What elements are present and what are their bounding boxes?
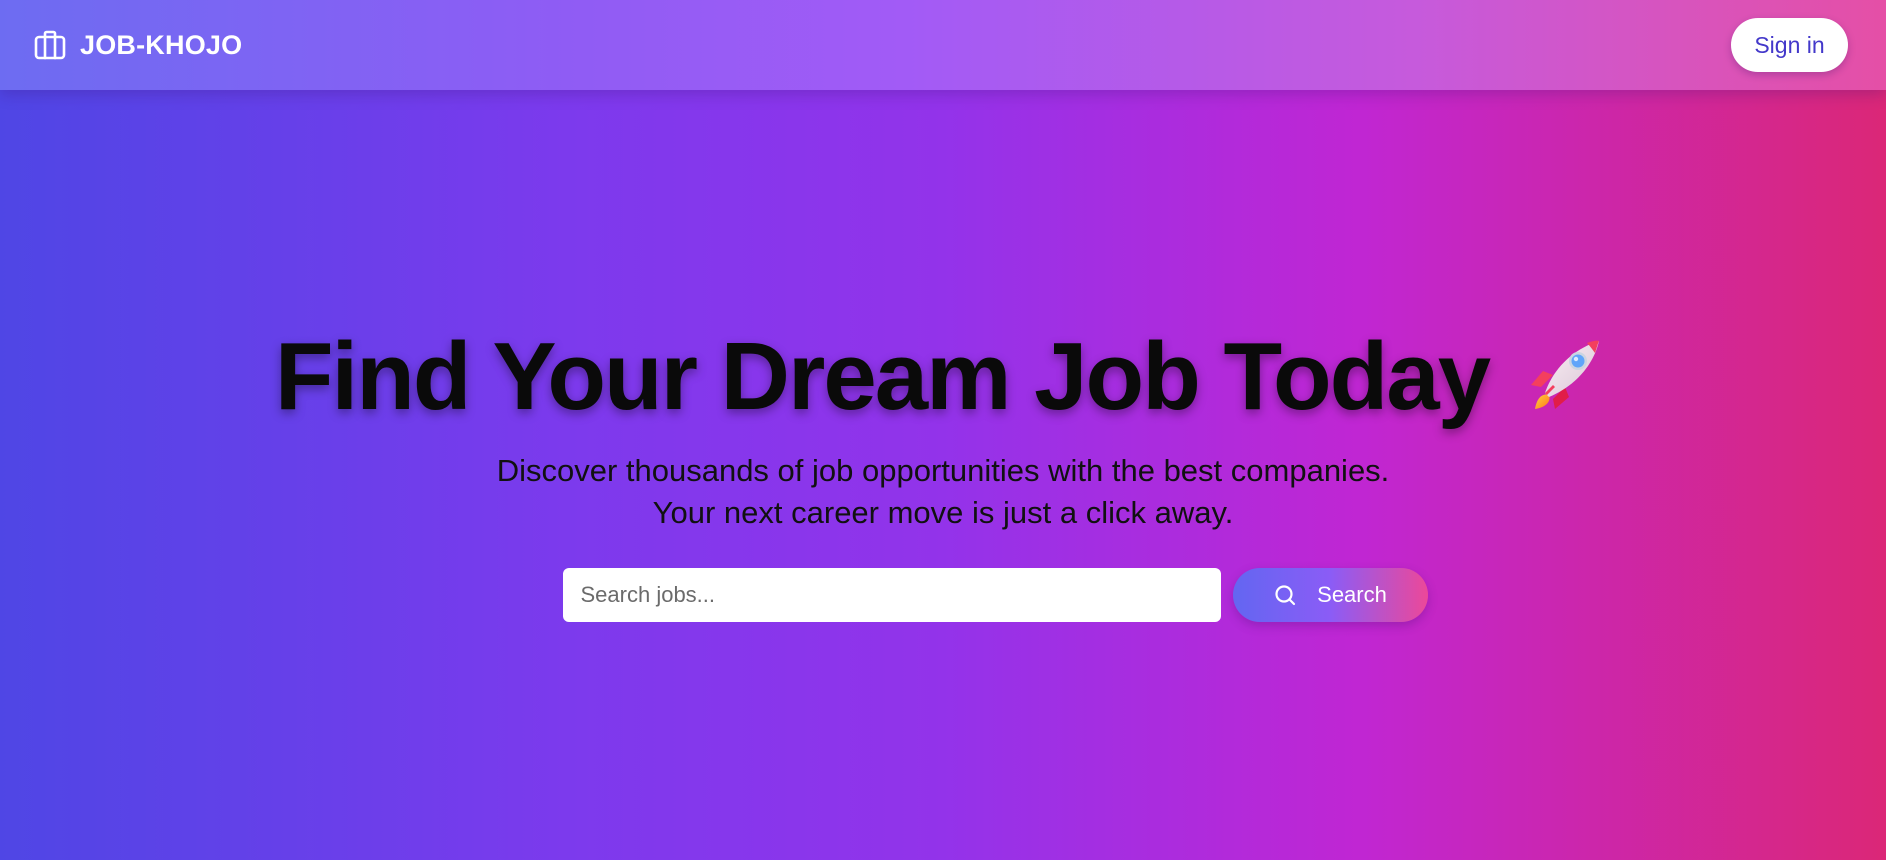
headline-row: Find Your Dream Job Today	[275, 322, 1611, 432]
hero-headline: Find Your Dream Job Today	[274, 323, 1491, 430]
search-input[interactable]	[562, 568, 1221, 622]
briefcase-icon	[32, 27, 68, 63]
hero-section: JOB-KHOJO Sign in Find Your Dream Job To…	[0, 0, 1886, 860]
sign-in-button[interactable]: Sign in	[1731, 18, 1848, 72]
search-icon	[1273, 583, 1297, 607]
brand-logo-link[interactable]: JOB-KHOJO	[32, 27, 242, 63]
hero-content: Find Your Dream Job Today Discover thous…	[0, 322, 1886, 622]
top-navbar: JOB-KHOJO Sign in	[0, 0, 1886, 90]
search-bar: Search	[562, 568, 1428, 622]
search-button[interactable]: Search	[1232, 568, 1428, 622]
page: JOB-KHOJO Sign in Find Your Dream Job To…	[0, 0, 1886, 861]
rocket-icon	[1515, 329, 1611, 425]
hero-subtitle-line-2: Your next career move is just a click aw…	[652, 495, 1234, 530]
hero-subtitle-line-1: Discover thousands of job opportunities …	[496, 453, 1390, 488]
search-button-label: Search	[1317, 582, 1387, 607]
brand-name: JOB-KHOJO	[80, 29, 243, 60]
hero-subtitle: Discover thousands of job opportunities …	[497, 450, 1390, 534]
